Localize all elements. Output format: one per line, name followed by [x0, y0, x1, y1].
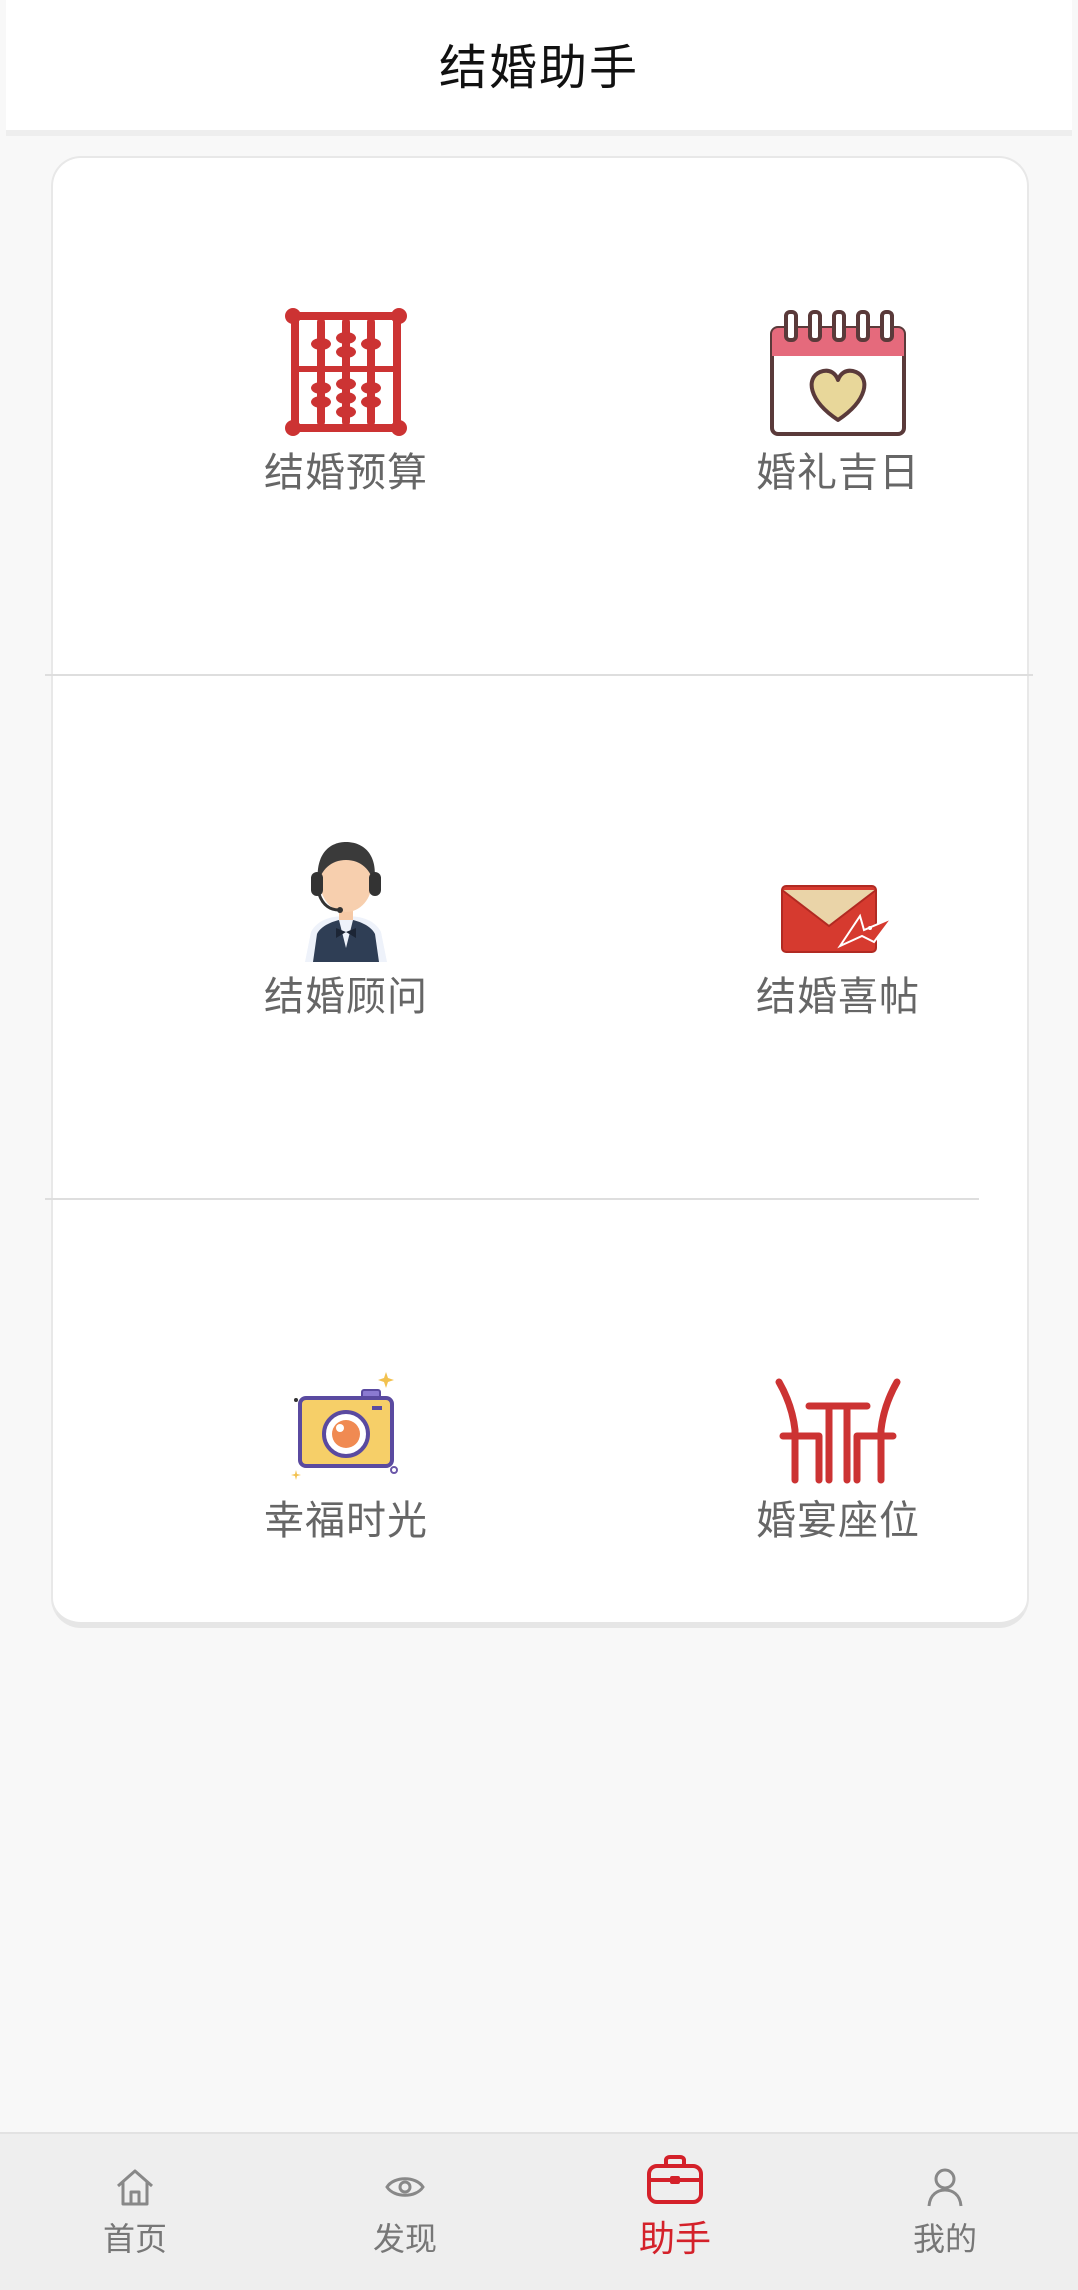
tab-mine[interactable]: 我的	[875, 2162, 1015, 2272]
row-divider	[45, 1198, 979, 1200]
tool-wedding-consultant[interactable]: 结婚顾问	[196, 822, 496, 1082]
tab-label: 助手	[638, 2219, 711, 2260]
tab-label: 我的	[912, 2220, 977, 2258]
tool-label: 婚宴座位	[756, 1498, 920, 1544]
abacus-icon	[276, 298, 416, 438]
tab-home[interactable]: 首页	[65, 2162, 205, 2272]
home-icon	[114, 2162, 156, 2212]
tools-card: 结婚预算 婚礼吉日 结婚顾问 结婚喜帖 幸福时光 婚宴座位	[45, 156, 1033, 1628]
bottom-tab-bar: 首页 发现 助手 我的	[0, 2132, 1078, 2290]
tool-label: 结婚预算	[264, 450, 428, 496]
tab-label: 发现	[372, 2220, 437, 2258]
tool-label: 婚礼吉日	[756, 450, 920, 496]
tab-assistant[interactable]: 助手	[605, 2152, 745, 2262]
tool-label: 结婚喜帖	[756, 974, 920, 1020]
header: 结婚助手	[6, 0, 1072, 136]
person-icon	[924, 2162, 966, 2212]
consultant-icon	[276, 822, 416, 962]
row-divider	[45, 674, 1033, 676]
tool-label: 幸福时光	[264, 1498, 428, 1544]
tool-wedding-date[interactable]: 婚礼吉日	[688, 298, 988, 558]
table-chairs-icon	[768, 1346, 908, 1486]
page-title: 结婚助手	[438, 40, 639, 96]
tool-happy-moments[interactable]: 幸福时光	[196, 1346, 496, 1606]
tool-wedding-budget[interactable]: 结婚预算	[196, 298, 496, 558]
envelope-icon	[768, 822, 908, 962]
tool-wedding-invitation[interactable]: 结婚喜帖	[688, 822, 988, 1082]
tab-label: 首页	[102, 2220, 167, 2258]
tab-discover[interactable]: 发现	[335, 2162, 475, 2272]
eye-icon	[384, 2162, 426, 2212]
tool-label: 结婚顾问	[264, 974, 428, 1020]
briefcase-icon	[646, 2152, 704, 2208]
tool-banquet-seating[interactable]: 婚宴座位	[688, 1346, 988, 1606]
calendar-heart-icon	[768, 298, 908, 438]
camera-icon	[276, 1346, 416, 1486]
